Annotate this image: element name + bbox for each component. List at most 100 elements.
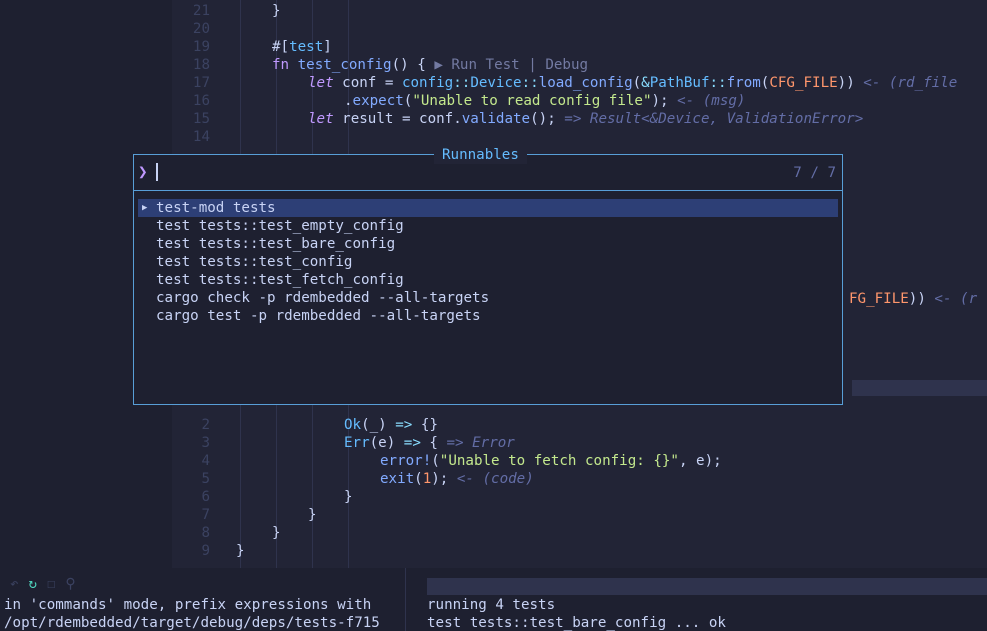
code-token: CFG_FILE [769,75,838,91]
code-line: 2 Ok(_) => {} [172,416,987,434]
code-token: ( [632,75,642,91]
code-line: 9} [172,542,987,560]
text-cursor [156,163,158,181]
code-token: <- (code) [456,471,534,487]
prompt-chevron-icon: ❯ [138,162,148,181]
line-number: 8 [201,525,210,541]
line-number: 6 [201,489,210,505]
code-line: 14 [172,128,987,146]
code-line: 6} [172,488,987,506]
code-token: PathBuf [649,75,710,91]
code-token: ( [414,471,423,487]
selection-arrow-icon: ▶ [142,203,148,213]
code-token: => Result<&Device, ValidationError> [564,111,864,127]
undo-icon[interactable]: ↶ [10,576,18,592]
line-number: 15 [192,111,210,127]
code-content: let conf = config::Device::load_config(&… [308,74,957,92]
code-content: Err(e) => { => Error [344,434,515,452]
terminal-tab-bar[interactable] [427,578,987,595]
code-line: 3 Err(e) => { => Error [172,434,987,452]
code-token: } [344,489,353,505]
line-number: 7 [201,507,210,523]
runnable-item[interactable]: cargo test -p rdembedded --all-targets [138,307,838,325]
code-line: 5 exit(1); <- (code) [172,470,987,488]
runnable-item[interactable]: test tests::test_fetch_config [138,271,838,289]
pin-icon[interactable]: ⚲ [65,576,75,592]
code-token: :: [709,75,727,91]
line-number: 17 [192,75,210,91]
code-content: #[test] [272,38,332,56]
code-token: <- (r [934,291,978,307]
code-token: ); [431,471,457,487]
runnable-item[interactable]: test tests::test_empty_config [138,217,838,235]
line-number: 2 [201,417,210,433]
code-token: config [401,75,454,91]
code-token: 1 [422,471,432,487]
code-token: } [308,507,317,523]
code-token: & [641,75,650,91]
code-token: . [344,93,353,109]
code-token: error! [380,453,432,469]
code-token: => Error [446,435,515,451]
terminal-left[interactable]: ↶ ↻ ☐ ⚲ in 'commands' mode, prefix expressi… [0,568,405,631]
code-line: 20 [172,20,987,38]
code-content: let result = conf.validate(); => Result<… [308,110,863,128]
terminal-line: running 4 tests [427,597,556,613]
runnable-item[interactable]: cargo check -p rdembedded --all-targets [138,289,838,307]
runnable-item[interactable]: test tests::test_bare_config [138,235,838,253]
code-line: 18 fn test_config() { ▶ Run Test | Debug [172,56,987,74]
code-token: #[ [272,39,290,55]
code-token: result = conf. [342,111,462,127]
code-token: => [395,417,413,433]
runnables-list[interactable]: ▶ test-mod tests test tests::test_empty_co… [138,199,838,325]
runnable-item[interactable]: test tests::test_config [138,253,838,271]
code-token: => [403,435,421,451]
terminal-toolbar: ↶ ↻ ☐ ⚲ [10,576,76,592]
code-line: 8} [172,524,987,542]
code-content: } [308,506,317,524]
terminal-line: in 'commands' mode, prefix expressions w… [4,597,372,613]
bottom-panels: ↶ ↻ ☐ ⚲ in 'commands' mode, prefix expressi… [0,568,987,631]
code-content: error!("Unable to fetch config: {}", e); [380,452,722,470]
line-number: 19 [192,39,210,55]
code-token: exit [380,471,415,487]
stop-icon[interactable]: ☐ [47,576,55,592]
code-token: "Unable to fetch config: {}" [439,453,679,469]
code-token: conf = [342,75,402,91]
terminal-right[interactable]: running 4 tests test tests::test_bare_co… [405,568,987,631]
code-token: :: [453,75,471,91]
terminal-line: test tests::test_bare_config ... ok [427,615,726,631]
code-line: 17 let conf = config::Device::load_config… [172,74,987,92]
code-token: "Unable to read config file" [412,93,652,109]
code-token: () { [391,57,435,73]
code-token: {} [412,417,438,433]
code-token: } [236,543,245,559]
palette-input-row[interactable]: ❯ 7 / 7 [134,155,842,191]
line-number: 20 [192,21,210,37]
runnable-item[interactable]: ▶ test-mod tests [138,199,838,217]
result-count: 7 / 7 [793,165,836,181]
code-line: 19 #[test] [172,38,987,56]
code-token: load_config [538,75,633,91]
code-token: Err [344,435,370,451]
code-token: )) [837,75,864,91]
code-token: FG_FILE [849,291,909,307]
runnable-label: cargo test -p rdembedded --all-targets [156,308,481,324]
line-number: 14 [192,129,210,145]
line-number: 3 [201,435,210,451]
code-token: fn [272,57,298,73]
code-line: 7} [172,506,987,524]
code-content: } [236,542,245,560]
code-token: expect [352,93,404,109]
code-lens-run-test[interactable]: ▶ Run Test | Debug [434,57,588,73]
code-token: Device [470,75,522,91]
code-token: :: [521,75,539,91]
refresh-icon[interactable]: ↻ [28,576,36,592]
code-content: fn test_config() { ▶ Run Test | Debug [272,56,588,74]
runnable-label: cargo check -p rdembedded --all-targets [156,290,490,306]
code-token: test_config [297,57,392,73]
runnable-label: test-mod tests [156,200,276,216]
runnables-palette[interactable]: Runnables ❯ 7 / 7 ▶ test-mod tests test te… [133,146,843,405]
line-number: 18 [192,57,210,73]
code-token: from [726,75,761,91]
